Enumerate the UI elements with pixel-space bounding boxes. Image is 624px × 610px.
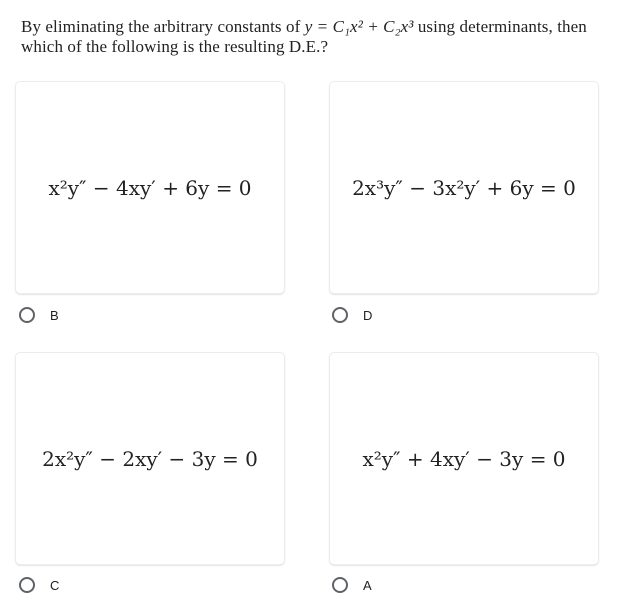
question-text: By eliminating the arbitrary constants o… bbox=[21, 17, 611, 57]
option-card-b[interactable]: x²y″ − 4xy′ + 6y = 0 bbox=[16, 82, 284, 293]
radio-button-icon[interactable] bbox=[332, 307, 348, 323]
option-equation: 2x³y″ − 3x²y′ + 6y = 0 bbox=[352, 175, 576, 200]
option-card-a[interactable]: x²y″ + 4xy′ − 3y = 0 bbox=[330, 353, 598, 564]
option-label: B bbox=[50, 307, 59, 323]
option-radio-b[interactable]: B bbox=[19, 307, 59, 323]
radio-button-icon[interactable] bbox=[332, 577, 348, 593]
option-equation: x²y″ − 4xy′ + 6y = 0 bbox=[48, 175, 252, 200]
option-card-d[interactable]: 2x³y″ − 3x²y′ + 6y = 0 bbox=[330, 82, 598, 293]
option-card-c[interactable]: 2x²y″ − 2xy′ − 3y = 0 bbox=[16, 353, 284, 564]
option-radio-c[interactable]: C bbox=[19, 577, 59, 593]
option-radio-d[interactable]: D bbox=[332, 307, 372, 323]
radio-button-icon[interactable] bbox=[19, 307, 35, 323]
option-label: D bbox=[363, 307, 373, 323]
radio-button-icon[interactable] bbox=[19, 577, 35, 593]
option-label: A bbox=[363, 577, 372, 593]
option-equation: x²y″ + 4xy′ − 3y = 0 bbox=[362, 446, 566, 471]
option-label: C bbox=[50, 577, 60, 593]
question-prefix: By eliminating the arbitrary constants o… bbox=[21, 17, 305, 36]
question-equation: y = C₁x² + C₂x³ bbox=[304, 17, 414, 36]
option-equation: 2x²y″ − 2xy′ − 3y = 0 bbox=[42, 446, 258, 471]
option-radio-a[interactable]: A bbox=[332, 577, 372, 593]
